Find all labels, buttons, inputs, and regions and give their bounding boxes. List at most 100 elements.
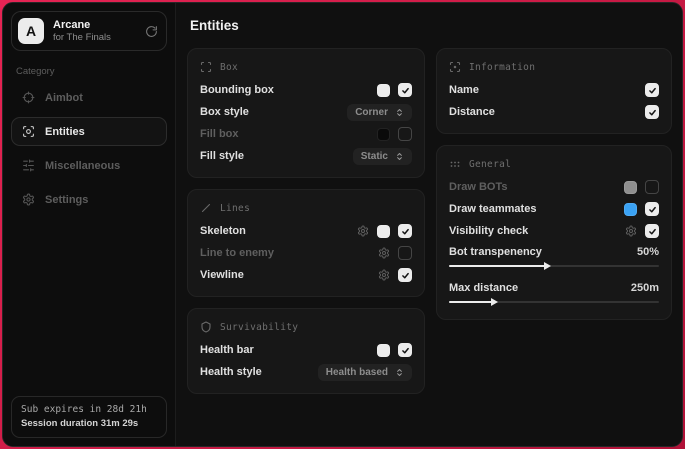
setting-row-box-style: Box style Corner (200, 101, 412, 123)
skeleton-settings-gear-icon[interactable] (357, 225, 369, 237)
box-style-dropdown[interactable]: Corner (347, 104, 412, 121)
distance-checkbox[interactable] (645, 105, 659, 119)
setting-label: Distance (449, 106, 495, 118)
setting-label: Viewline (200, 269, 244, 281)
sidebar-item-entities[interactable]: Entities (11, 117, 167, 146)
sidebar-item-label: Settings (45, 194, 88, 206)
category-label: Category (16, 66, 162, 77)
grid-dots-icon (449, 158, 461, 170)
setting-row-viewline: Viewline (200, 264, 412, 286)
section-header-label: Lines (220, 203, 250, 214)
health-style-dropdown[interactable]: Health based (318, 364, 412, 381)
setting-row-health-style: Health style Health based (200, 361, 412, 383)
slider-thumb[interactable] (544, 262, 551, 270)
setting-row-visibility-check: Visibility check (449, 220, 659, 242)
setting-row-bounding-box: Bounding box (200, 79, 412, 101)
setting-row-skeleton: Skeleton (200, 220, 412, 242)
sidebar-item-label: Aimbot (45, 92, 83, 104)
fill-box-color-swatch[interactable] (377, 128, 390, 141)
draw-bots-checkbox[interactable] (645, 180, 659, 194)
setting-row-name: Name (449, 79, 659, 101)
skeleton-checkbox[interactable] (398, 224, 412, 238)
survivability-section-card: Survivability Health bar Health style (187, 308, 425, 394)
health-bar-color-swatch[interactable] (377, 344, 390, 357)
skeleton-color-swatch[interactable] (377, 225, 390, 238)
setting-row-draw-bots: Draw BOTs (449, 176, 659, 198)
sidebar-item-label: Miscellaneous (45, 160, 120, 172)
section-header-label: Information (469, 62, 535, 73)
app-logo: A (18, 18, 44, 44)
visibility-check-checkbox[interactable] (645, 224, 659, 238)
setting-label: Draw BOTs (449, 181, 507, 193)
information-section-card: Information Name Distance (436, 48, 672, 134)
setting-row-distance: Distance (449, 101, 659, 123)
draw-bots-color-swatch[interactable] (624, 181, 637, 194)
bot-transparency-value: 50% (637, 246, 659, 258)
setting-label: Health style (200, 366, 262, 378)
gear-icon (22, 193, 35, 206)
max-distance-slider[interactable] (449, 298, 659, 306)
sidebar: A Arcane for The Finals Category Aimbot (3, 3, 176, 446)
setting-label: Fill style (200, 150, 244, 162)
app-window: A Arcane for The Finals Category Aimbot (2, 2, 683, 447)
line-icon (200, 202, 212, 214)
shield-icon (200, 321, 212, 333)
line-to-enemy-checkbox[interactable] (398, 246, 412, 260)
chevrons-up-down-icon (395, 152, 404, 161)
app-subtitle: for The Finals (53, 32, 111, 43)
line-to-enemy-settings-gear-icon[interactable] (378, 247, 390, 259)
dropdown-value: Health based (326, 367, 388, 378)
section-header-label: General (469, 159, 511, 170)
setting-label: Skeleton (200, 225, 246, 237)
setting-row-max-distance: Max distance 250m (449, 278, 659, 298)
section-header-label: Box (220, 62, 238, 73)
subscription-info-card: Sub expires in 28d 21h Session duration … (11, 396, 167, 438)
setting-label: Line to enemy (200, 247, 274, 259)
lines-section-card: Lines Skeleton (187, 189, 425, 297)
sub-expires-text: Sub expires in 28d 21h (21, 404, 157, 415)
page-title: Entities (190, 18, 672, 33)
sidebar-nav: Aimbot Entities Miscellaneous Settings (11, 83, 167, 214)
sidebar-item-aimbot[interactable]: Aimbot (11, 83, 167, 112)
fill-box-checkbox[interactable] (398, 127, 412, 141)
slider-thumb[interactable] (491, 298, 498, 306)
sliders-icon (22, 159, 35, 172)
health-bar-checkbox[interactable] (398, 343, 412, 357)
setting-label: Fill box (200, 128, 239, 140)
bot-transparency-slider[interactable] (449, 262, 659, 270)
setting-row-line-to-enemy: Line to enemy (200, 242, 412, 264)
viewline-checkbox[interactable] (398, 268, 412, 282)
setting-label: Draw teammates (449, 203, 536, 215)
setting-row-draw-teammates: Draw teammates (449, 198, 659, 220)
chevrons-up-down-icon (395, 368, 404, 377)
setting-label: Bot transpenency (449, 246, 542, 258)
sidebar-item-settings[interactable]: Settings (11, 185, 167, 214)
info-scan-icon (449, 61, 461, 73)
name-checkbox[interactable] (645, 83, 659, 97)
logo-card: A Arcane for The Finals (11, 11, 167, 51)
app-title: Arcane (53, 19, 111, 31)
setting-label: Max distance (449, 282, 518, 294)
chevrons-up-down-icon (395, 108, 404, 117)
refresh-icon[interactable] (145, 25, 158, 38)
dropdown-value: Corner (355, 107, 388, 118)
draw-teammates-color-swatch[interactable] (624, 203, 637, 216)
viewline-settings-gear-icon[interactable] (378, 269, 390, 281)
bounding-box-checkbox[interactable] (398, 83, 412, 97)
sidebar-item-miscellaneous[interactable]: Miscellaneous (11, 151, 167, 180)
fill-style-dropdown[interactable]: Static (353, 148, 412, 165)
setting-label: Name (449, 84, 479, 96)
draw-teammates-checkbox[interactable] (645, 202, 659, 216)
setting-row-fill-style: Fill style Static (200, 145, 412, 167)
setting-label: Bounding box (200, 84, 274, 96)
box-scan-icon (200, 61, 212, 73)
crosshair-icon (22, 91, 35, 104)
entities-icon (22, 125, 35, 138)
setting-label: Health bar (200, 344, 254, 356)
setting-row-health-bar: Health bar (200, 339, 412, 361)
section-header-label: Survivability (220, 322, 298, 333)
visibility-check-settings-gear-icon[interactable] (625, 225, 637, 237)
main-content: Entities Box Bounding box (176, 3, 683, 446)
bounding-box-color-swatch[interactable] (377, 84, 390, 97)
box-section-card: Box Bounding box Box style (187, 48, 425, 178)
